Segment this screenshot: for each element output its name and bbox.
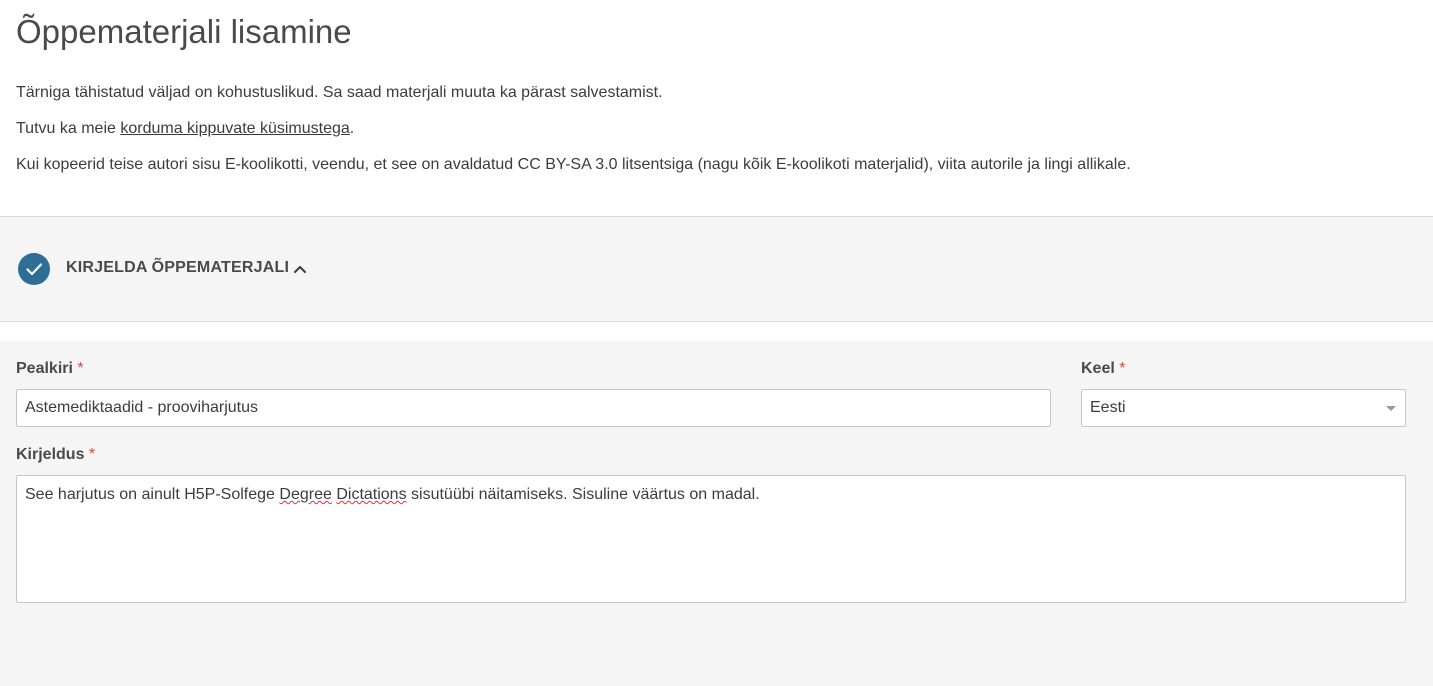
- required-asterisk: *: [1119, 360, 1126, 377]
- chevron-up-icon[interactable]: [292, 261, 308, 277]
- intro-license-note: Kui kopeerid teise autori sisu E-kooliko…: [16, 156, 1131, 173]
- title-input[interactable]: Astemediktaadid - prooviharjutus: [16, 389, 1051, 427]
- misspelled-word: Dictations: [336, 486, 407, 503]
- description-label-text: Kirjeldus: [16, 446, 85, 463]
- intro-faq-prefix: Tutvu ka meie: [16, 120, 121, 137]
- language-label: Keel *: [1081, 360, 1125, 378]
- description-textarea[interactable]: See harjutus on ainult H5P-Solfege Degre…: [16, 475, 1406, 603]
- description-text-1: See harjutus on ainult H5P-Solfege: [25, 486, 280, 503]
- intro-faq-suffix: .: [349, 120, 355, 137]
- dropdown-arrow-icon: [1386, 406, 1396, 411]
- language-select[interactable]: Eesti: [1081, 389, 1406, 427]
- language-label-text: Keel: [1081, 360, 1115, 377]
- language-select-value: Eesti: [1090, 399, 1126, 416]
- misspelled-word: Degree: [279, 486, 332, 503]
- section-header-describe[interactable]: KIRJELDA ÕPPEMATERJALI: [0, 217, 1433, 322]
- title-label-text: Pealkiri: [16, 360, 73, 377]
- faq-link[interactable]: korduma kippuvate küsimustega: [120, 120, 349, 137]
- form-area: Pealkiri * Astemediktaadid - prooviharju…: [0, 341, 1433, 686]
- description-label: Kirjeldus *: [16, 446, 95, 464]
- description-text-2: sisutüübi näitamiseks. Sisuline väärtus …: [406, 486, 760, 503]
- section-title: KIRJELDA ÕPPEMATERJALI: [66, 259, 290, 276]
- required-asterisk: *: [88, 446, 96, 463]
- intro-faq-note: Tutvu ka meie korduma kippuvate küsimust…: [16, 119, 354, 139]
- required-asterisk: *: [77, 360, 84, 377]
- title-label: Pealkiri *: [16, 360, 84, 378]
- check-circle-icon: [18, 253, 50, 285]
- page-title: Õppematerjali lisamine: [16, 13, 352, 50]
- intro-required-note: Tärniga tähistatud väljad on kohustuslik…: [16, 84, 663, 101]
